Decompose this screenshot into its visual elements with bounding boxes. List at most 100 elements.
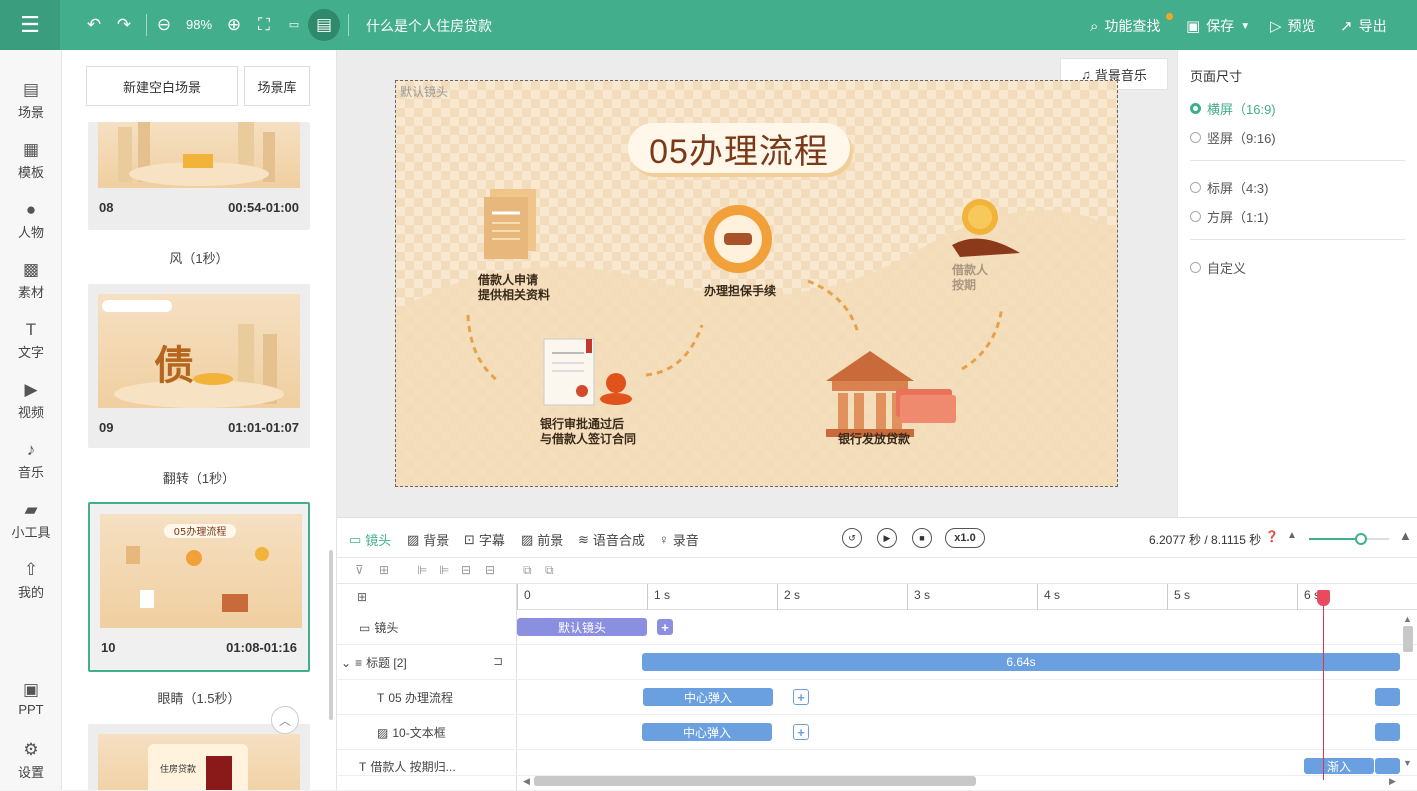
scene-library-button[interactable]: 场景库 (244, 66, 310, 106)
play-button[interactable]: ▶ (877, 528, 897, 548)
step-5-text[interactable]: 借款人 按期 (952, 263, 988, 293)
undo-icon[interactable]: ↶ (82, 13, 106, 37)
tab-lens[interactable]: ▭ 镜头 (349, 530, 391, 549)
zoom-in-timeline-icon[interactable]: ▲ (1399, 528, 1412, 543)
zoom-in-icon[interactable]: ⊕ (222, 13, 246, 37)
timeline-clip[interactable] (1375, 723, 1400, 741)
new-blank-scene-button[interactable]: 新建空白场景 (86, 66, 238, 106)
group-icon[interactable]: ⊞ (379, 563, 389, 577)
timeline-clip[interactable]: 中心弹入 (643, 688, 773, 706)
scene-transition[interactable]: 眼睛（1.5秒） (88, 688, 310, 707)
nav-tools[interactable]: ▰ 小工具 (0, 500, 62, 541)
distribute-icon[interactable]: ⊟ (485, 563, 495, 577)
fullscreen-icon[interactable]: ⛶ (252, 13, 276, 37)
step-3-text[interactable]: 办理担保手续 (704, 284, 776, 299)
timeline-clip[interactable]: 渐入 (1304, 758, 1374, 774)
step-2-text[interactable]: 银行审批通过后 与借款人签订合同 (540, 417, 636, 447)
tab-record[interactable]: ♀ 录音 (659, 530, 699, 549)
foreground-icon: ▨ (521, 531, 534, 547)
paste-icon[interactable]: ⧉ (545, 563, 554, 578)
scroll-up-icon[interactable]: ▲ (1403, 614, 1412, 624)
replay-button[interactable]: ↺ (842, 528, 862, 548)
timeline-clip[interactable] (1375, 758, 1400, 774)
align-right-icon[interactable]: ⊫ (439, 563, 449, 577)
scene-stage[interactable]: 默认镜头 05办理流程 借款人申请 提供相关资料 银行审批通过后 与借款人签订合… (395, 80, 1118, 487)
tab-foreground[interactable]: ▨ 前景 (521, 530, 563, 549)
add-clip-button[interactable]: + (793, 689, 809, 705)
track-label[interactable]: T 05 办理流程 (377, 689, 453, 706)
playhead-handle[interactable] (1317, 590, 1330, 606)
add-clip-button[interactable]: + (793, 724, 809, 740)
track-label[interactable]: ▨ 10-文本框 (377, 724, 446, 741)
timeline-clip[interactable]: 6.64s (642, 653, 1400, 671)
document-title[interactable]: 什么是个人住房贷款 (366, 16, 492, 36)
radio-landscape[interactable]: 横屏（16:9) (1190, 99, 1276, 118)
help-icon[interactable]: ❓ (1265, 530, 1279, 543)
actual-size-icon[interactable]: ▭ (282, 13, 306, 37)
menu-icon[interactable]: ☰ (0, 0, 60, 50)
nav-ppt[interactable]: ▣ PPT (0, 680, 62, 717)
scene-card-10[interactable]: 05办理流程 10 01:08-01:16 (88, 502, 310, 672)
timeline-clip[interactable]: 默认镜头 (517, 618, 647, 636)
nav-music[interactable]: ♪ 音乐 (0, 440, 62, 481)
scene-thumbnail-art (118, 122, 275, 186)
save-button[interactable]: ▣ 保存 ▼ (1186, 16, 1250, 36)
timeline-clip[interactable]: 中心弹入 (642, 723, 772, 741)
scene-card-11[interactable]: 住房贷款 (88, 724, 310, 790)
nav-text[interactable]: T 文字 (0, 320, 62, 361)
radio-custom[interactable]: 自定义 (1190, 258, 1246, 277)
tab-subtitle[interactable]: ⊡ 字幕 (464, 530, 505, 549)
add-clip-button[interactable]: + (657, 619, 673, 635)
radio-portrait[interactable]: 竖屏（9:16) (1190, 128, 1276, 147)
filter-icon[interactable]: ⊽ (355, 563, 364, 577)
scene-list-scrollbar[interactable] (329, 550, 333, 720)
playhead-line[interactable] (1323, 590, 1324, 780)
track-label[interactable]: ⌄ ≡ 标题 [2] (341, 654, 407, 671)
scroll-right-icon[interactable]: ▶ (1389, 776, 1396, 787)
nav-template[interactable]: ▦ 模板 (0, 140, 62, 181)
align-center-icon[interactable]: ⊟ (461, 563, 471, 577)
scene-card-09[interactable]: 债 09 01:01-01:07 (88, 284, 310, 448)
step-1-text[interactable]: 借款人申请 提供相关资料 (478, 273, 550, 303)
scroll-left-icon[interactable]: ◀ (523, 776, 530, 787)
timeline-horizontal-scrollbar[interactable] (534, 776, 976, 786)
nav-scene[interactable]: ▤ 场景 (0, 80, 62, 121)
copy-icon[interactable]: ⧉ (523, 563, 532, 578)
zoom-out-icon[interactable]: ⊖ (152, 13, 176, 37)
nav-mine[interactable]: ⇧ 我的 (0, 560, 62, 601)
scene-transition[interactable]: 翻转（1秒） (88, 468, 310, 487)
text-icon: T (359, 759, 367, 774)
radio-square[interactable]: 方屏（1:1) (1190, 207, 1268, 226)
find-button[interactable]: ⌕ 功能查找 (1090, 16, 1160, 36)
nav-label: 人物 (17, 225, 44, 240)
time-ruler[interactable]: 0 1 s 2 s 3 s 4 s 5 s 6 s (517, 584, 1417, 610)
scene-title[interactable]: 05办理流程 (628, 123, 850, 173)
speed-button[interactable]: x1.0 (945, 528, 985, 548)
preview-button[interactable]: ▷ 预览 (1270, 16, 1316, 36)
nav-material[interactable]: ▩ 素材 (0, 260, 62, 301)
nav-settings[interactable]: ⚙ 设置 (0, 740, 62, 781)
redo-icon[interactable]: ↷ (112, 13, 136, 37)
timeline-vertical-scrollbar[interactable] (1403, 626, 1413, 652)
scene-card-08[interactable]: 08 00:54-01:00 (88, 122, 310, 230)
export-button[interactable]: ↗ 导出 (1340, 16, 1387, 36)
tab-background[interactable]: ▨ 背景 (407, 530, 449, 549)
track-label[interactable]: T 借款人 按期归... (359, 758, 456, 775)
ungroup-icon[interactable]: ⊐ (493, 654, 503, 668)
radio-standard[interactable]: 标屏（4:3) (1190, 178, 1268, 197)
track-tree-icon[interactable]: ⊞ (357, 590, 367, 604)
scene-transition[interactable]: 风（1秒） (88, 248, 310, 267)
timeline-zoom-slider[interactable] (1309, 533, 1389, 545)
nav-person[interactable]: ● 人物 (0, 200, 62, 241)
tab-tts[interactable]: ≋ 语音合成 (578, 530, 645, 549)
timeline-clip[interactable] (1375, 688, 1400, 706)
step-4-text[interactable]: 银行发放贷款 (838, 432, 910, 447)
align-left-icon[interactable]: ⊫ (417, 563, 427, 577)
scroll-top-button[interactable]: ︿ (271, 706, 299, 734)
scroll-down-icon[interactable]: ▼ (1403, 758, 1412, 768)
slider-knob[interactable] (1355, 533, 1367, 545)
zoom-out-timeline-icon[interactable]: ▲ (1287, 530, 1297, 541)
nav-video[interactable]: ▶ 视频 (0, 380, 62, 421)
track-label[interactable]: ▭ 镜头 (359, 619, 398, 636)
stop-button[interactable]: ■ (912, 528, 932, 548)
